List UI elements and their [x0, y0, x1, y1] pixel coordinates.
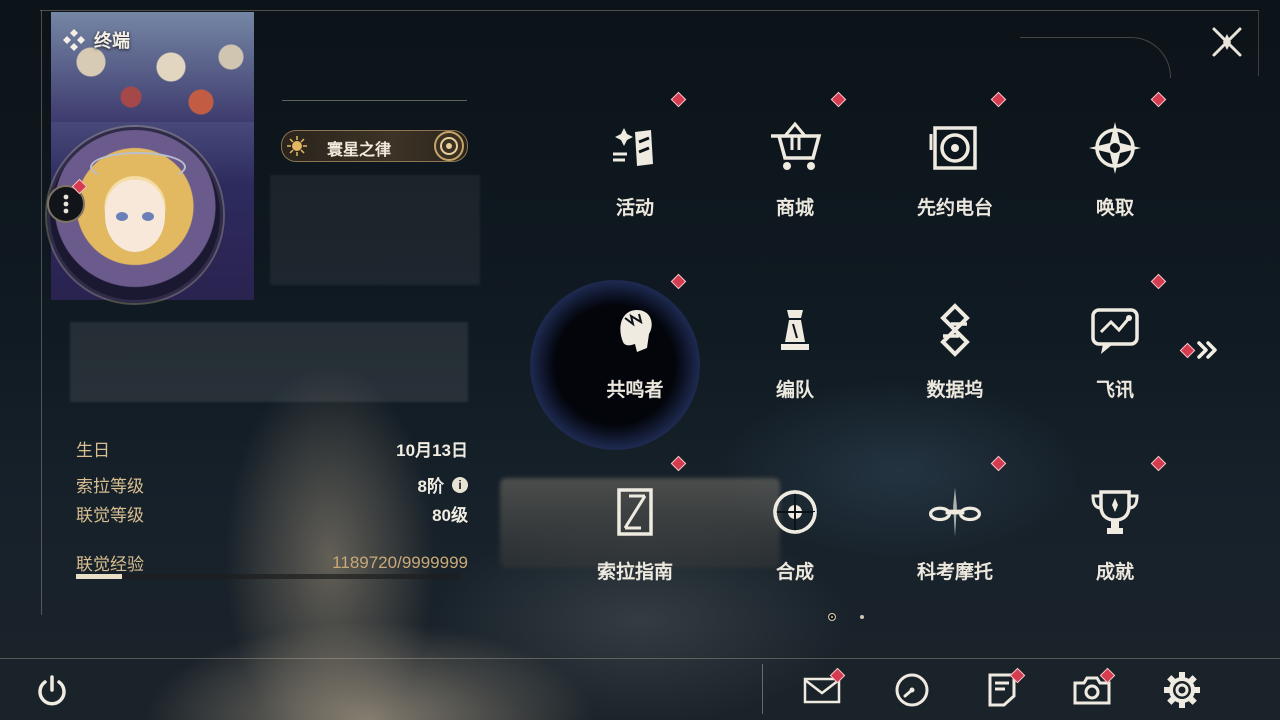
settings-button[interactable] — [1160, 668, 1204, 712]
frame-top-line — [40, 10, 1258, 11]
menu-item-badge — [830, 91, 847, 108]
stat-label: 联觉等级 — [76, 506, 144, 525]
stat-value: 8阶 — [417, 477, 444, 496]
blurred-signature-panel — [70, 322, 468, 402]
data-bank-icon — [925, 300, 985, 360]
menu-item[interactable]: 数据坞 — [905, 270, 1065, 420]
next-page-badge — [1179, 342, 1196, 358]
page-dot[interactable] — [860, 615, 864, 619]
title-sun-icon — [287, 136, 307, 156]
power-button[interactable] — [30, 668, 74, 712]
avatar-eye-left — [116, 212, 128, 221]
terminal-diamond-icon — [63, 29, 85, 51]
trophy-icon — [1085, 482, 1145, 542]
title-badge[interactable]: 寰星之律 — [281, 130, 468, 162]
menu-item-label: 先约电台 — [916, 198, 993, 219]
close-icon — [1212, 27, 1242, 57]
menu-item-label: 成就 — [1095, 562, 1134, 583]
menu-item-label: 唤取 — [1095, 198, 1134, 219]
menu-item-badge — [670, 455, 687, 472]
menu-item-label: 合成 — [775, 562, 814, 583]
bottom-bar-divider — [762, 664, 763, 714]
menu-item-badge — [670, 91, 687, 108]
frame-left-line — [41, 10, 42, 615]
stat-birthday: 生日 10月13日 — [76, 436, 468, 461]
avatar-face — [105, 180, 165, 252]
stat-label: 生日 — [76, 441, 110, 460]
menu-item-badge — [990, 91, 1007, 108]
menu-item-badge — [1150, 91, 1167, 108]
menu-item[interactable]: 编队 — [745, 270, 905, 420]
menu-item[interactable]: 索拉指南 — [585, 452, 745, 602]
menu-item[interactable]: 先约电台 — [905, 88, 1065, 238]
menu-item-label: 科考摩托 — [916, 562, 993, 583]
stat-value: 10月13日 — [396, 441, 468, 460]
stat-value: 80级 — [432, 506, 468, 525]
gear-icon — [1164, 672, 1200, 708]
frame-right-line — [1258, 10, 1259, 76]
menu-item[interactable]: 商城 — [745, 88, 905, 238]
menu-item[interactable]: 共鸣者 — [585, 270, 745, 420]
menu-item[interactable]: 唤取 — [1065, 88, 1225, 238]
photo-button[interactable] — [1070, 667, 1116, 712]
xp-progress-fill — [76, 574, 122, 579]
mail-button[interactable] — [800, 667, 846, 712]
menu-item-label: 商城 — [775, 198, 814, 219]
menu-item-label: 索拉指南 — [596, 562, 673, 583]
menu-item-label: 飞讯 — [1095, 380, 1134, 401]
menu-item-label: 共鸣者 — [606, 380, 664, 401]
terminal-header: 终端 — [62, 27, 130, 53]
player-name-divider — [282, 100, 467, 101]
menu-item-label: 数据坞 — [926, 380, 984, 401]
menu-item-badge — [1150, 273, 1167, 290]
shop-cart-icon — [765, 118, 825, 178]
stat-label: 索拉等级 — [76, 477, 144, 496]
menu-item[interactable]: 成就 — [1065, 452, 1225, 602]
radio-icon — [925, 118, 985, 178]
motorcycle-icon — [925, 482, 985, 542]
menu-item-badge — [990, 455, 1007, 472]
stat-sol-rank: 索拉等级 8阶 i — [76, 472, 468, 497]
menu-item-label: 编队 — [775, 380, 814, 401]
stat-union-xp: 联觉经验 1189720/9999999 — [76, 550, 468, 575]
convene-compass-icon — [1085, 118, 1145, 178]
bottom-bar-line — [0, 658, 1280, 659]
synthesis-icon — [765, 482, 825, 542]
clock-icon — [895, 673, 929, 707]
activity-icon — [605, 118, 665, 178]
avatar-crown — [90, 152, 186, 182]
more-vertical-icon — [63, 194, 69, 214]
menu-item[interactable]: 活动 — [585, 88, 745, 238]
info-icon[interactable]: i — [452, 476, 468, 493]
double-chevron-right-icon — [1197, 341, 1217, 359]
messenger-icon — [1085, 300, 1145, 360]
page-indicator — [828, 613, 864, 621]
blurred-info-panel — [270, 175, 480, 285]
close-button[interactable] — [1200, 18, 1254, 66]
xp-label: 联觉经验 — [76, 555, 144, 574]
xp-progress-bar — [76, 574, 460, 579]
terminal-title: 终端 — [94, 31, 130, 51]
page-dot-active[interactable] — [828, 613, 836, 621]
avatar-eye-right — [142, 212, 154, 221]
next-page-button[interactable] — [1179, 340, 1221, 360]
menu-item-badge — [1150, 455, 1167, 472]
menu-item[interactable]: 合成 — [745, 452, 905, 602]
xp-value: 1189720/9999999 — [332, 552, 468, 572]
power-icon — [38, 675, 66, 706]
title-ring-icon — [434, 131, 464, 161]
menu-item-badge — [670, 273, 687, 290]
guidebook-icon — [605, 482, 665, 542]
chess-team-icon — [765, 300, 825, 360]
menu-item[interactable]: 科考摩托 — [905, 452, 1065, 602]
frame-corner-curve — [1020, 37, 1171, 78]
stat-union-level: 联觉等级 80级 — [76, 501, 468, 526]
notices-button[interactable] — [980, 667, 1026, 712]
events-button[interactable] — [890, 668, 934, 712]
title-badge-label: 寰星之律 — [327, 142, 392, 159]
resonator-head-icon — [605, 300, 665, 360]
menu-item-label: 活动 — [615, 198, 654, 219]
